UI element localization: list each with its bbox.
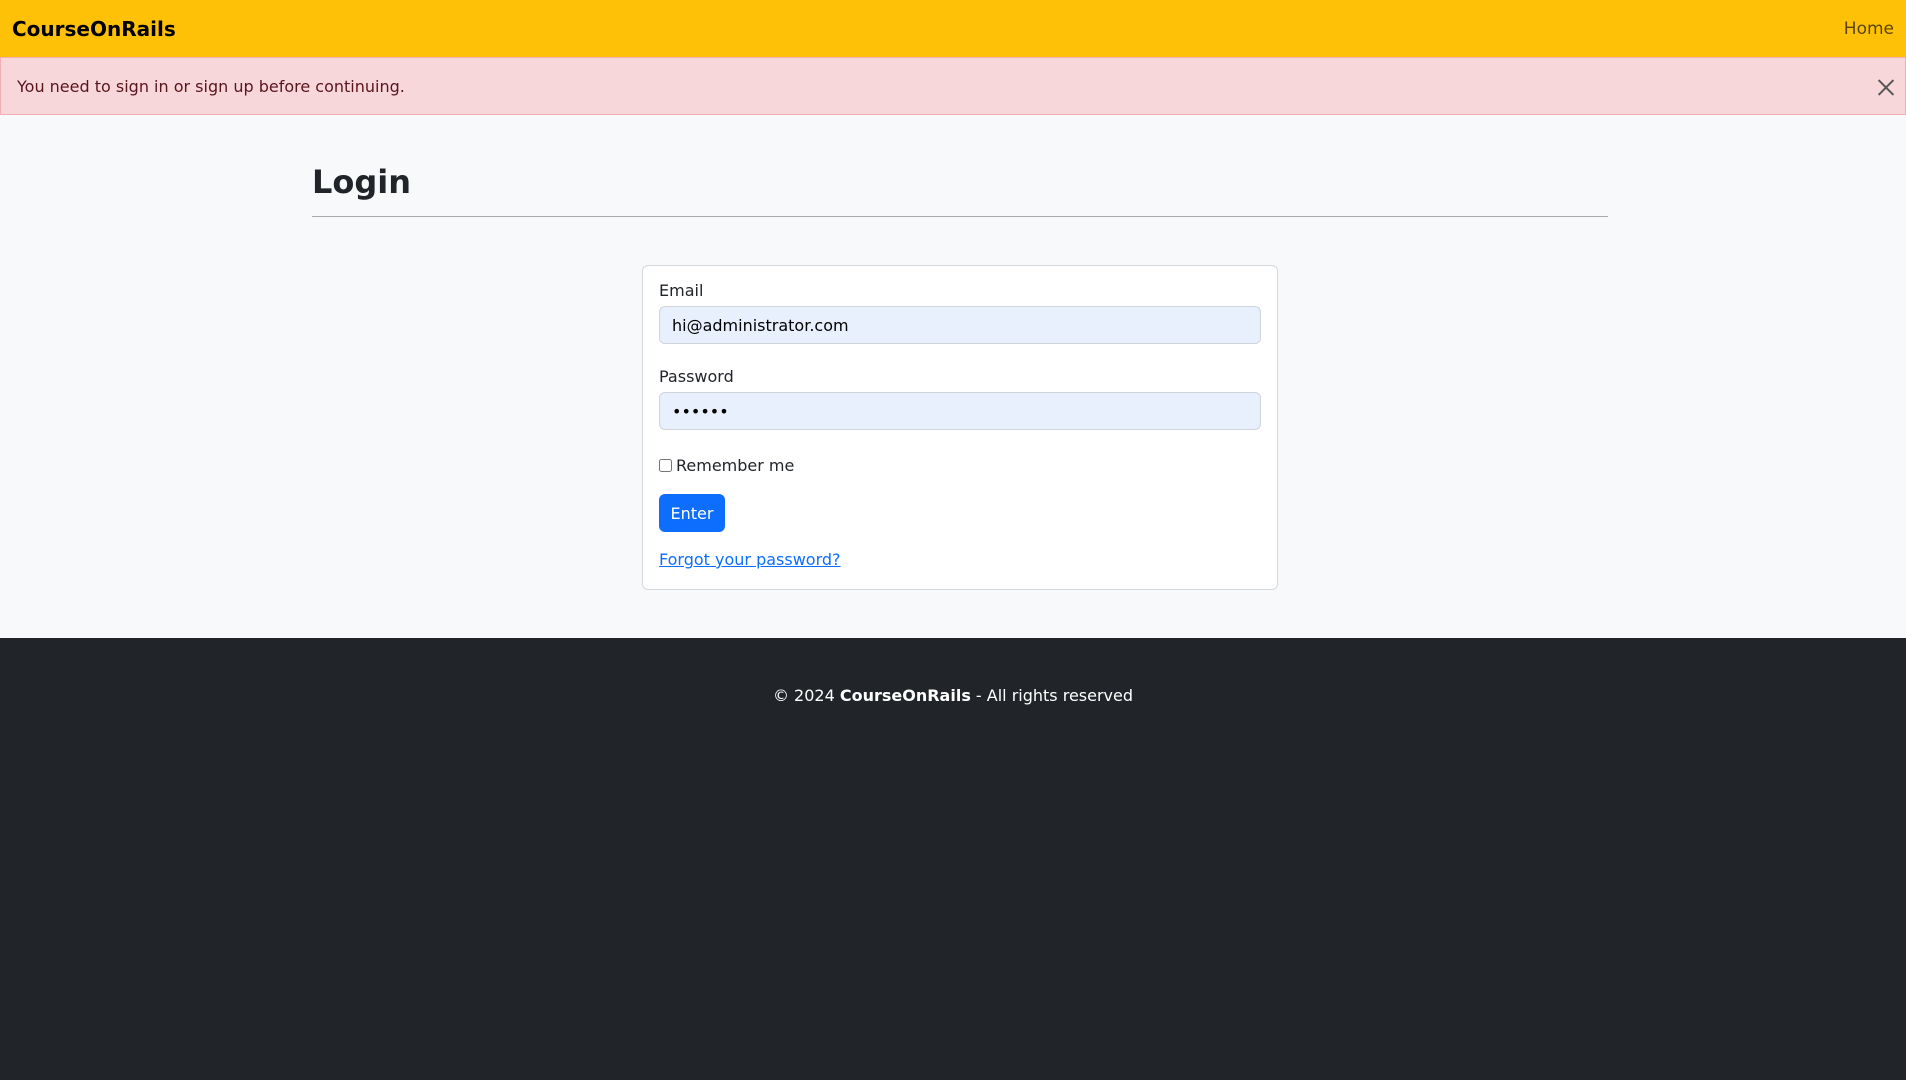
login-card: Email Password Remember me Enter Forgot … (642, 265, 1278, 590)
forgot-password-link[interactable]: Forgot your password? (659, 550, 841, 569)
main-content: Login Email Password Remember me Enter F… (0, 115, 1906, 638)
page-footer: © 2024 CourseOnRails - All rights reserv… (0, 638, 1906, 1080)
remember-me-row: Remember me (659, 456, 794, 475)
flash-alert: You need to sign in or sign up before co… (0, 57, 1906, 115)
footer-brand: CourseOnRails (839, 686, 971, 705)
footer-copyright: © 2024 CourseOnRails - All rights reserv… (0, 686, 1906, 705)
remember-me-label: Remember me (676, 456, 795, 475)
email-field[interactable] (659, 306, 1261, 344)
password-field[interactable] (659, 392, 1261, 430)
email-label: Email (659, 281, 704, 300)
password-label: Password (659, 367, 734, 386)
close-icon[interactable] (1873, 74, 1899, 100)
remember-me-checkbox[interactable] (659, 459, 672, 472)
brand-link[interactable]: CourseOnRails (12, 17, 176, 41)
top-navbar: CourseOnRails Home (0, 0, 1906, 57)
footer-suffix: - All rights reserved (970, 686, 1134, 705)
page-title: Login (312, 163, 412, 201)
title-divider (312, 216, 1608, 217)
enter-button[interactable]: Enter (659, 494, 725, 532)
alert-message: You need to sign in or sign up before co… (17, 76, 405, 96)
footer-prefix: © 2024 (772, 686, 840, 705)
home-link[interactable]: Home (1844, 19, 1894, 39)
